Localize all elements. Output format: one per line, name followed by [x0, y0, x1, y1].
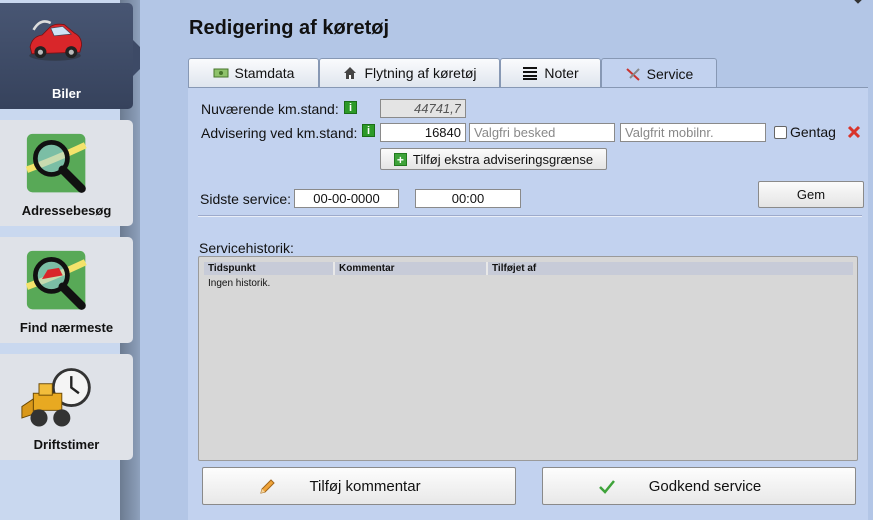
sidebar-item-label: Find nærmeste: [19, 320, 114, 335]
info-icon[interactable]: i: [362, 124, 375, 137]
column-header-tilfojet-af[interactable]: Tilføjet af: [488, 262, 853, 275]
sidebar-item-find-naermeste[interactable]: Find nærmeste: [0, 237, 133, 343]
last-service-label: Sidste service:: [200, 191, 292, 207]
alert-km-input[interactable]: [380, 123, 466, 142]
close-icon[interactable]: [847, 125, 861, 139]
sidebar-item-label: Adressebesøg: [21, 203, 112, 218]
column-header-kommentar[interactable]: Kommentar: [335, 262, 488, 275]
save-button[interactable]: Gem: [758, 181, 864, 208]
info-icon[interactable]: i: [344, 101, 357, 114]
car-icon: [29, 20, 83, 61]
tab-label: Noter: [544, 65, 579, 81]
last-service-date-input[interactable]: [294, 189, 399, 208]
magnifier-map-icon: [25, 133, 87, 193]
house-icon: [344, 67, 357, 79]
plus-icon: +: [393, 152, 407, 166]
main-content: Redigering af køretøj Stamdata Flytning …: [140, 0, 873, 520]
mobile-input[interactable]: [620, 123, 766, 142]
lines-icon: [523, 67, 538, 80]
column-header-tidspunkt[interactable]: Tidspunkt: [204, 262, 335, 275]
sidebar-item-label: Biler: [52, 86, 81, 101]
sidebar: Biler Adressebesøg Find nærmeste Driftst…: [0, 0, 151, 520]
magnifier-car-icon: [25, 250, 87, 310]
tools-icon: [625, 67, 640, 81]
approve-service-button[interactable]: Godkend service: [542, 467, 856, 505]
repeat-checkbox[interactable]: [774, 126, 787, 139]
service-history-table: Tidspunkt Kommentar Tilføjet af Ingen hi…: [198, 256, 858, 461]
tab-noter[interactable]: Noter: [500, 58, 601, 87]
current-km-field: [380, 99, 466, 118]
tab-service[interactable]: Service: [601, 58, 717, 88]
page-title: Redigering af køretøj: [189, 17, 390, 39]
tab-flytning[interactable]: Flytning af køretøj: [319, 58, 500, 87]
sidebar-item-label: Driftstimer: [33, 437, 100, 452]
chevron-down-icon[interactable]: [851, 0, 865, 4]
tab-stamdata[interactable]: Stamdata: [188, 58, 319, 87]
repeat-label: Gentag: [790, 124, 836, 140]
last-service-time-input[interactable]: [415, 189, 521, 208]
message-input[interactable]: [469, 123, 615, 142]
table-header: Tidspunkt Kommentar Tilføjet af: [204, 262, 853, 275]
sidebar-item-adressebesog[interactable]: Adressebesøg: [0, 120, 133, 226]
service-panel: Nuværende km.stand: i Advisering ved km.…: [188, 87, 868, 520]
tab-label: Service: [646, 65, 694, 82]
loader-clock-icon: [21, 368, 91, 427]
history-label: Servicehistorik:: [199, 240, 294, 256]
sidebar-item-biler[interactable]: Biler: [0, 3, 133, 109]
sidebar-item-driftstimer[interactable]: Driftstimer: [0, 354, 133, 460]
tab-label: Stamdata: [234, 65, 295, 81]
tab-label: Flytning af køretøj: [364, 65, 477, 81]
add-comment-button[interactable]: Tilføj kommentar: [202, 467, 516, 505]
add-alert-limit-button[interactable]: + Tilføj ekstra adviseringsgrænse: [380, 148, 607, 170]
money-icon: [213, 68, 229, 78]
km-label: Nuværende km.stand:: [201, 101, 339, 117]
alert-label: Advisering ved km.stand:: [201, 125, 358, 141]
empty-state-text: Ingen historik.: [208, 278, 271, 289]
divider: [198, 215, 862, 217]
